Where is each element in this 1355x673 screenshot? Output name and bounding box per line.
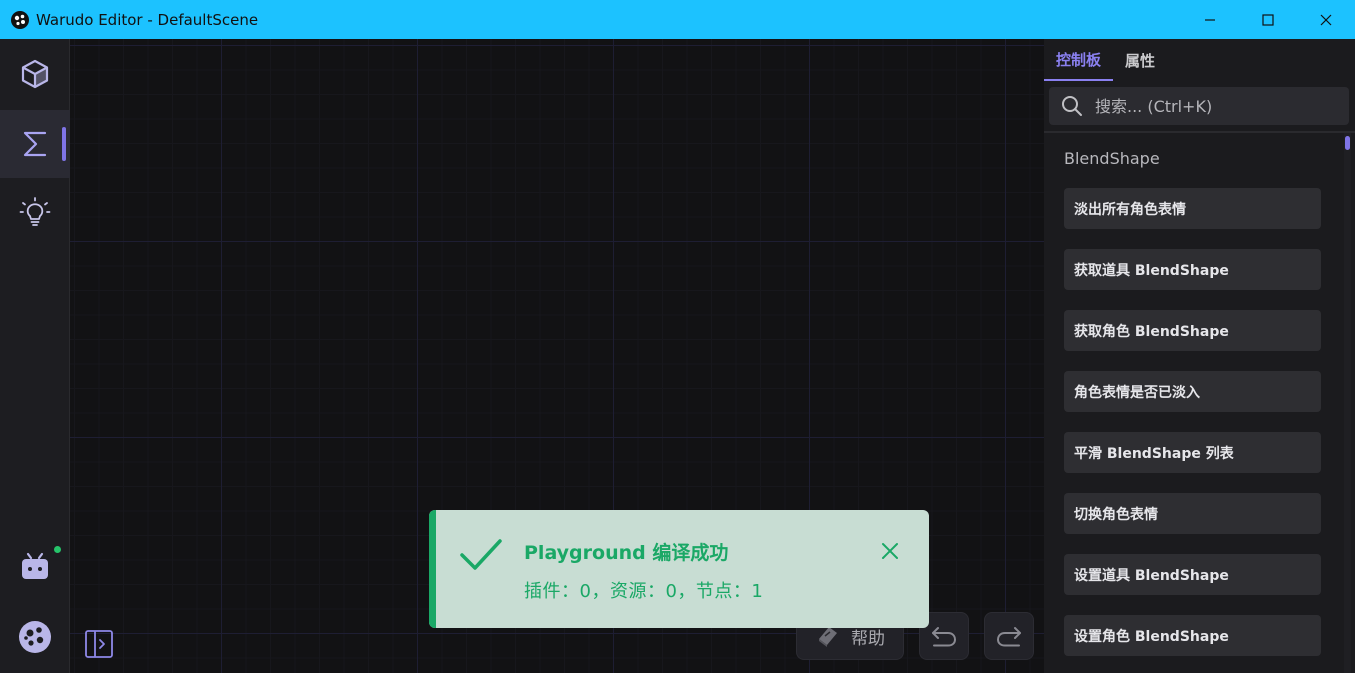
sidebar-item-warudo[interactable]: [0, 603, 70, 671]
redo-icon: [996, 627, 1021, 647]
section-title: BlendShape: [1064, 149, 1160, 168]
right-panel: 控制板 属性 BlendShape 淡出所有角色表情 获取道具 BlendSha…: [1044, 39, 1355, 673]
node-item[interactable]: 设置道具 BlendShape: [1064, 554, 1321, 595]
cube-icon: [21, 59, 49, 89]
search-input[interactable]: [1093, 95, 1327, 117]
window-title: Warudo Editor - DefaultScene: [36, 10, 259, 29]
left-sidebar: [0, 39, 70, 673]
close-icon: [882, 543, 898, 559]
search-icon: [1061, 95, 1083, 117]
node-item[interactable]: 切换角色表情: [1064, 493, 1321, 534]
maximize-button[interactable]: [1239, 0, 1297, 39]
toast-accent-bar: [429, 510, 436, 628]
tab-properties[interactable]: 属性: [1113, 39, 1167, 81]
toast-title: Playground 编译成功: [524, 542, 729, 564]
close-window-button[interactable]: [1297, 0, 1355, 39]
checkmark-icon: [460, 539, 502, 570]
sidebar-item-bilibili[interactable]: [0, 533, 70, 601]
notification-dot: [54, 546, 61, 553]
title-bar: Warudo Editor - DefaultScene: [0, 0, 1355, 39]
blueprint-canvas[interactable]: 帮助 Playground 编译成功 插件：0，资源：0，节点：1: [70, 39, 1044, 673]
undo-icon: [932, 627, 957, 647]
maximize-icon: [1262, 13, 1274, 26]
app-logo-icon: [11, 10, 29, 29]
divider: [1044, 131, 1355, 133]
redo-button[interactable]: [984, 612, 1034, 660]
minimize-button[interactable]: [1181, 0, 1239, 39]
success-toast: Playground 编译成功 插件：0，资源：0，节点：1: [429, 510, 929, 628]
sidebar-item-scene[interactable]: [0, 40, 70, 108]
bilibili-tv-icon: [22, 552, 48, 579]
node-item[interactable]: 获取道具 BlendShape: [1064, 249, 1321, 290]
toggle-panel-button[interactable]: [84, 628, 114, 660]
lightbulb-icon: [19, 197, 51, 226]
active-indicator: [62, 127, 66, 161]
search-box[interactable]: [1049, 87, 1349, 125]
node-item[interactable]: 角色表情是否已淡入: [1064, 371, 1321, 412]
sidebar-item-blueprints[interactable]: [0, 110, 70, 178]
toast-close-button[interactable]: [877, 538, 903, 564]
sidebar-panel-icon: [85, 630, 113, 658]
tab-dashboard[interactable]: 控制板: [1044, 39, 1114, 81]
node-item[interactable]: 设置角色 BlendShape: [1064, 615, 1321, 656]
scrollbar-thumb[interactable]: [1345, 136, 1350, 150]
node-item[interactable]: 获取角色 BlendShape: [1064, 310, 1321, 351]
sidebar-item-ideas[interactable]: [0, 179, 70, 247]
minimize-icon: [1205, 18, 1215, 21]
node-item[interactable]: 平滑 BlendShape 列表: [1064, 432, 1321, 473]
panel-tabs: 控制板 属性: [1044, 39, 1355, 81]
scrollbar-track[interactable]: [1344, 133, 1351, 673]
node-item[interactable]: 淡出所有角色表情: [1064, 188, 1321, 229]
close-icon: [1320, 14, 1332, 25]
toast-message: 插件：0，资源：0，节点：1: [524, 581, 764, 602]
warudo-logo-icon: [19, 621, 51, 653]
sigma-icon: [23, 131, 47, 157]
